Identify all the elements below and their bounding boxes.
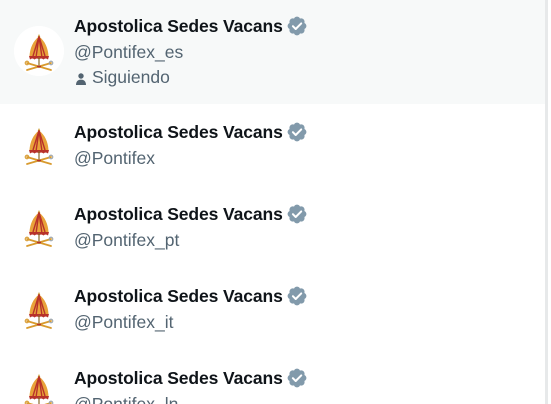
follow-status: Siguiendo [74, 66, 170, 88]
papal-emblem-icon[interactable] [14, 120, 64, 170]
account-name-line: Apostolica Sedes Vacans [74, 202, 308, 226]
account-display-name[interactable]: Apostolica Sedes Vacans [74, 368, 283, 389]
account-handle[interactable]: @Pontifex [74, 148, 155, 169]
account-display-name[interactable]: Apostolica Sedes Vacans [74, 122, 283, 143]
verified-badge-icon[interactable] [286, 121, 308, 143]
verified-badge-icon[interactable] [286, 203, 308, 225]
account-row[interactable]: Apostolica Sedes Vacans @Pontifex [0, 104, 548, 186]
account-row[interactable]: Apostolica Sedes Vacans @Pontifex_pt [0, 186, 548, 268]
account-display-name[interactable]: Apostolica Sedes Vacans [74, 204, 283, 225]
account-row[interactable]: Apostolica Sedes Vacans @Pontifex_it [0, 268, 548, 350]
verified-badge-icon[interactable] [286, 367, 308, 389]
account-list: Apostolica Sedes Vacans @Pontifex_es Sig… [0, 0, 548, 404]
follow-status-label: Siguiendo [92, 66, 170, 87]
verified-badge-icon[interactable] [286, 285, 308, 307]
account-name-line: Apostolica Sedes Vacans [74, 366, 308, 390]
account-handle[interactable]: @Pontifex_ln [74, 394, 178, 404]
account-handle[interactable]: @Pontifex_pt [74, 230, 179, 251]
account-display-name[interactable]: Apostolica Sedes Vacans [74, 16, 283, 37]
account-name-line: Apostolica Sedes Vacans [74, 120, 308, 144]
papal-emblem-icon[interactable] [14, 26, 64, 76]
papal-emblem-icon[interactable] [14, 366, 64, 404]
account-name-line: Apostolica Sedes Vacans [74, 14, 308, 38]
papal-emblem-icon[interactable] [14, 284, 64, 334]
account-handle[interactable]: @Pontifex_it [74, 312, 173, 333]
verified-badge-icon[interactable] [286, 15, 308, 37]
account-row[interactable]: Apostolica Sedes Vacans @Pontifex_ln [0, 350, 548, 404]
papal-emblem-icon[interactable] [14, 202, 64, 252]
scrollbar[interactable] [545, 0, 548, 404]
account-row[interactable]: Apostolica Sedes Vacans @Pontifex_es Sig… [0, 0, 548, 104]
account-handle[interactable]: @Pontifex_es [74, 42, 183, 63]
account-name-line: Apostolica Sedes Vacans [74, 284, 308, 308]
account-display-name[interactable]: Apostolica Sedes Vacans [74, 286, 283, 307]
person-icon [74, 70, 88, 85]
